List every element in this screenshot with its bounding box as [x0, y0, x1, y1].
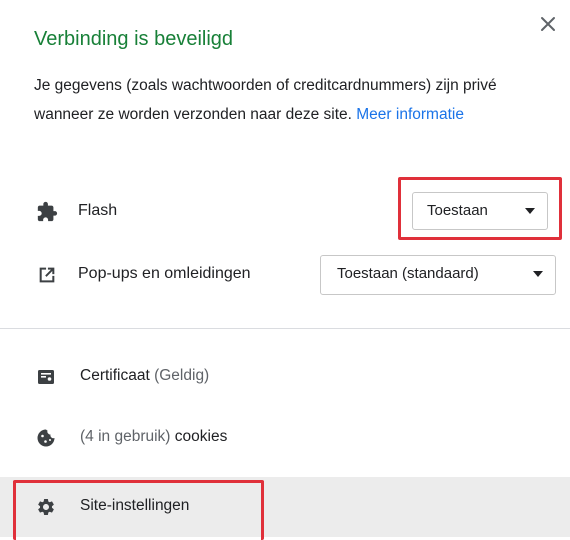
- popups-permission-select[interactable]: Toestaan (standaard): [320, 255, 556, 295]
- certificate-status: (Geldig): [154, 367, 210, 384]
- flash-permission-value: Toestaan: [427, 202, 488, 219]
- certificate-item[interactable]: Certificaat (Geldig): [0, 351, 570, 403]
- cookies-label-text: cookies: [174, 428, 228, 445]
- close-icon: [541, 17, 555, 31]
- cookies-item[interactable]: (4 in gebruik) cookies: [0, 412, 570, 464]
- certificate-label-text: Certificaat: [80, 367, 150, 384]
- chevron-down-icon: [525, 208, 535, 214]
- cookies-count: (4 in gebruik): [80, 428, 171, 445]
- more-info-link[interactable]: Meer informatie: [356, 106, 464, 123]
- permission-row-flash: Flash Toestaan: [0, 187, 570, 237]
- certificate-label: Certificaat (Geldig): [80, 367, 209, 385]
- close-button[interactable]: [536, 12, 560, 36]
- popups-permission-value: Toestaan (standaard): [337, 265, 479, 282]
- permission-row-popups: Pop-ups en omleidingen Toestaan (standaa…: [0, 250, 570, 300]
- cookie-icon: [36, 428, 56, 448]
- flash-permission-select[interactable]: Toestaan: [412, 192, 548, 230]
- chevron-down-icon: [533, 271, 543, 277]
- certificate-icon: [36, 367, 56, 387]
- permission-label-popups: Pop-ups en omleidingen: [78, 265, 251, 282]
- cookies-label: (4 in gebruik) cookies: [80, 428, 227, 446]
- gear-icon: [36, 497, 56, 517]
- section-divider: [0, 328, 570, 329]
- popup-open-icon: [36, 264, 58, 286]
- connection-description: Je gegevens (zoals wachtwoorden of credi…: [34, 71, 544, 129]
- site-settings-label: Site-instellingen: [80, 497, 190, 514]
- puzzle-icon: [36, 201, 58, 223]
- permission-label-flash: Flash: [78, 202, 118, 219]
- site-settings-item[interactable]: Site-instellingen: [0, 477, 570, 537]
- connection-title: Verbinding is beveiligd: [34, 28, 234, 50]
